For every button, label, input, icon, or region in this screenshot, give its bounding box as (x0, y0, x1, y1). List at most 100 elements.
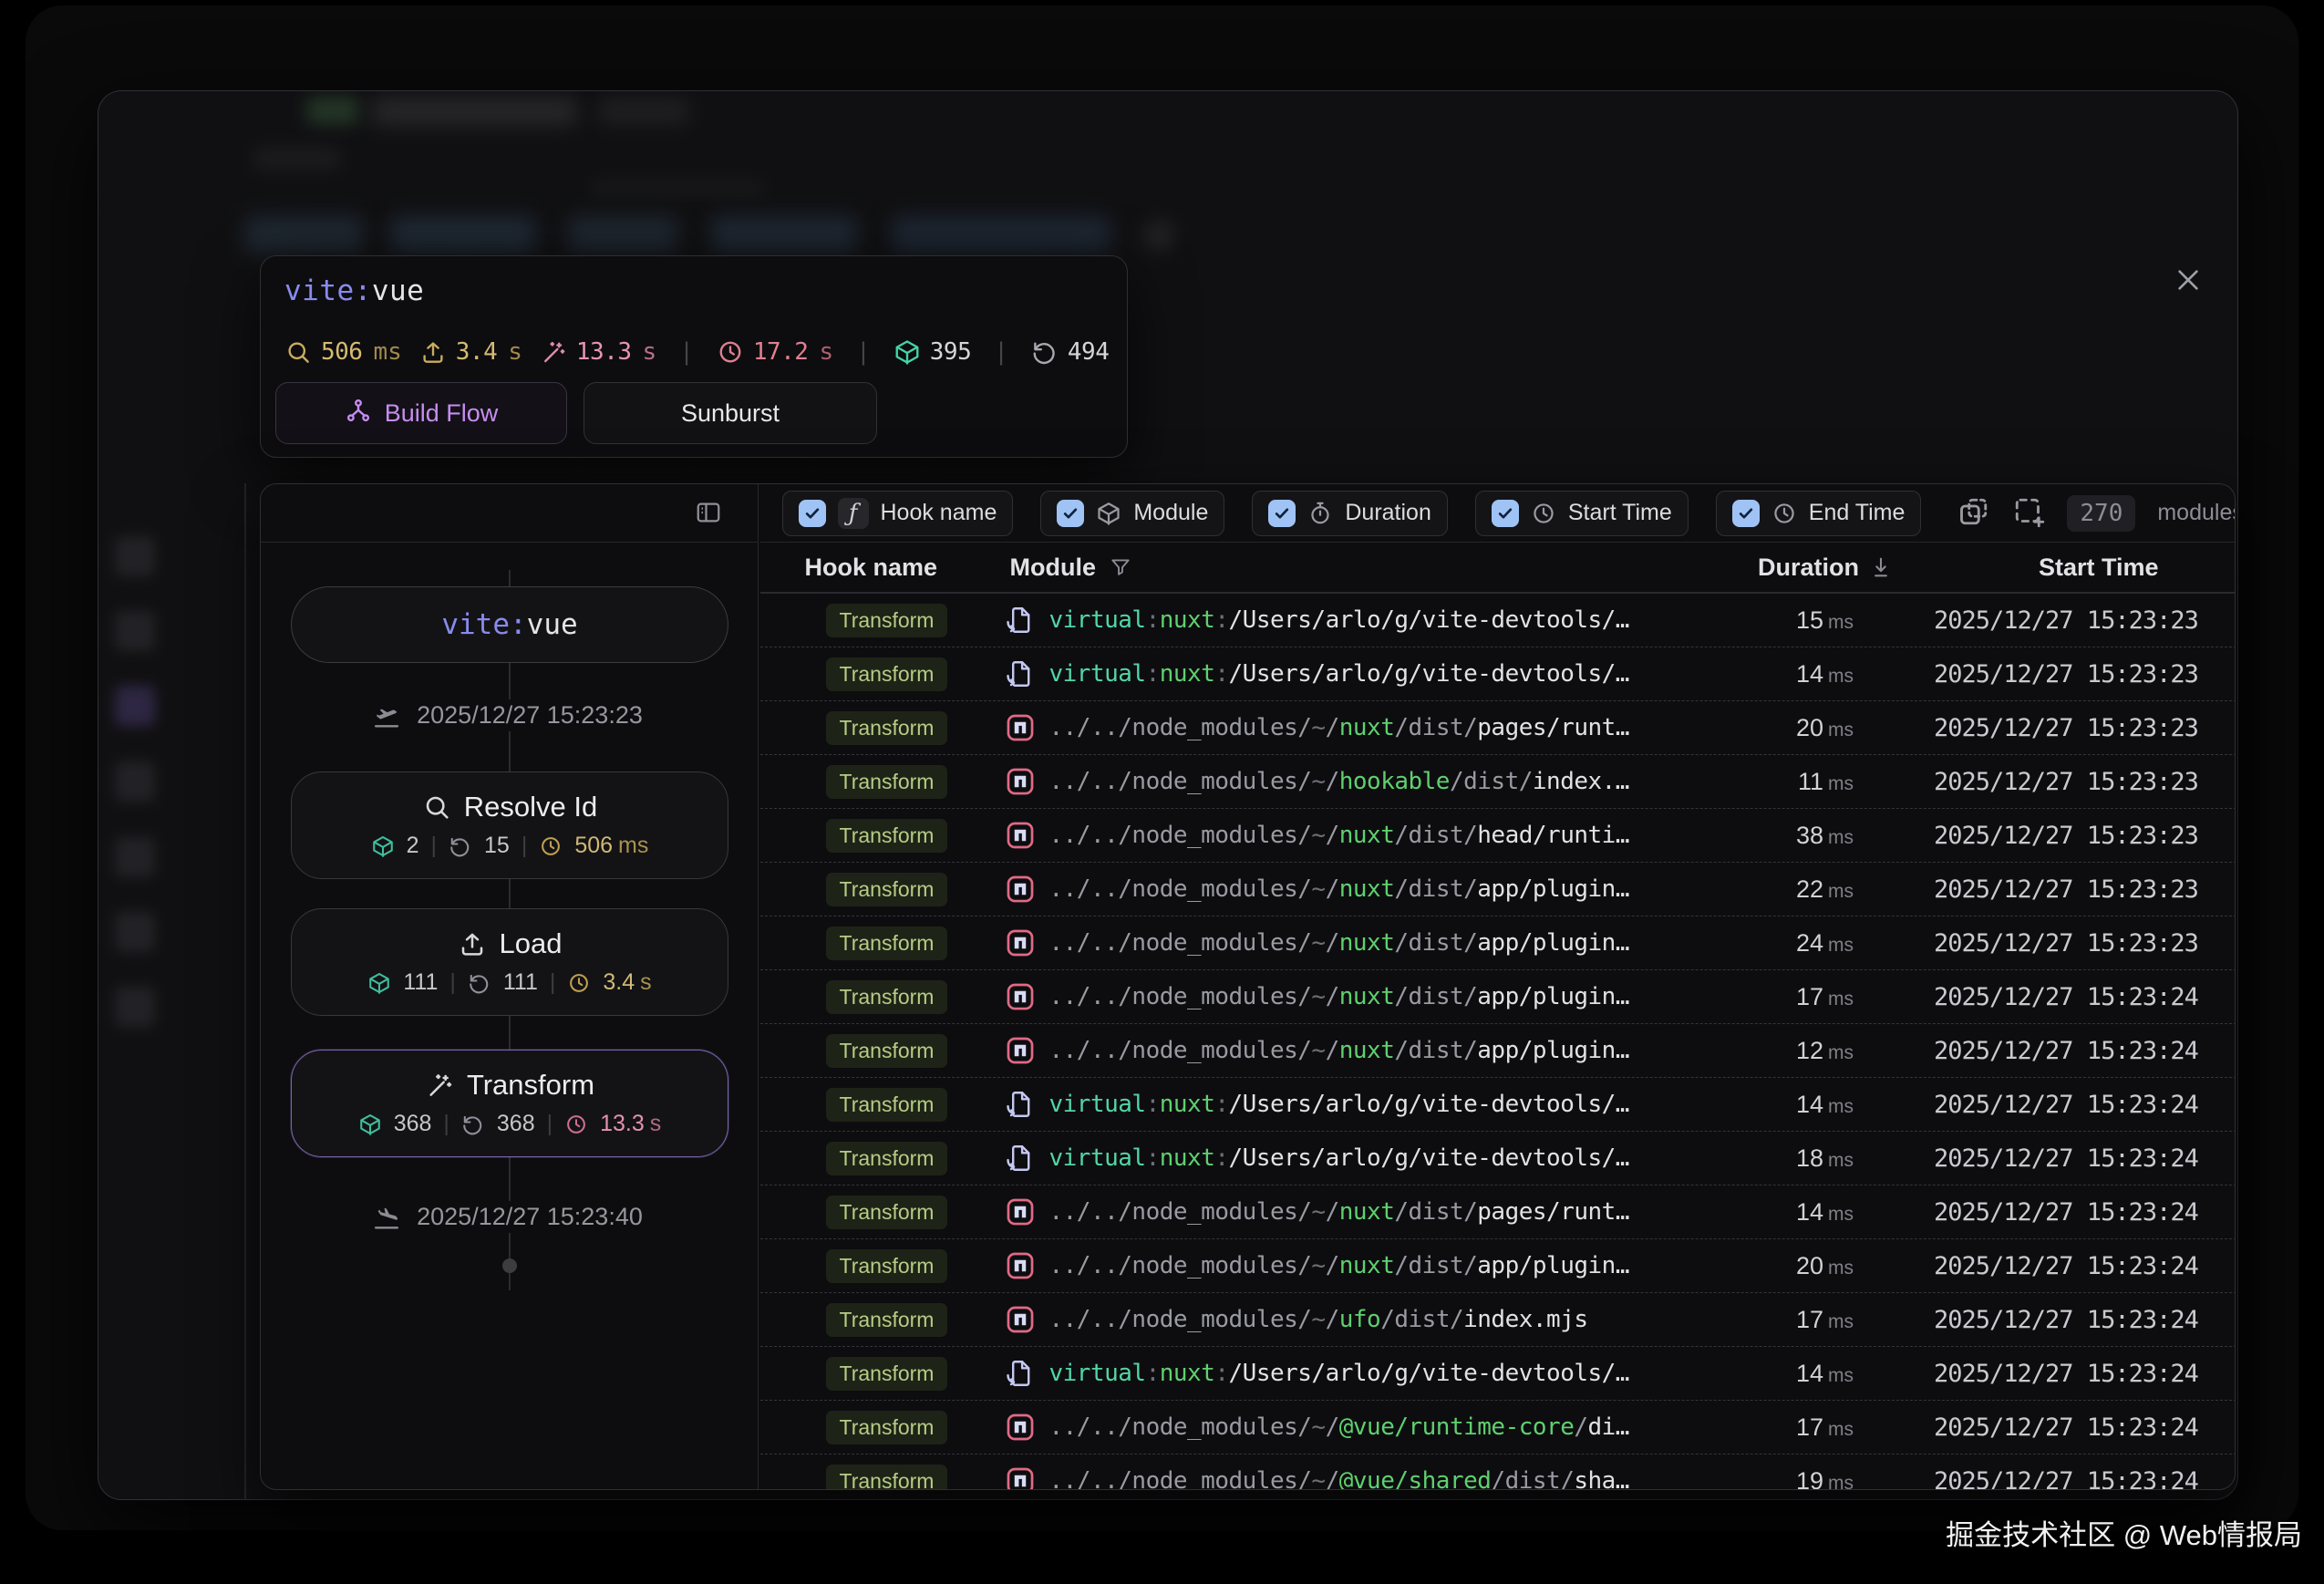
npm-package-icon (1005, 981, 1036, 1012)
module-path: ../../node_modules/~/hookable/dist/index… (1049, 768, 1629, 795)
checkbox-checked[interactable] (799, 500, 826, 527)
duration-cell: 12ms (1761, 1037, 1906, 1065)
panel-toggle-button[interactable] (692, 499, 725, 528)
clock-icon (717, 338, 744, 366)
flip-view-button[interactable] (1957, 495, 1990, 531)
module-path: ../../node_modules/~/ufo/dist/index.mjs (1049, 1306, 1588, 1333)
call-count: 368 (497, 1111, 535, 1137)
sunburst-label: Sunburst (681, 399, 780, 428)
table-row[interactable]: Transform../../node_modules/~/nuxt/dist/… (760, 809, 2236, 863)
table-row[interactable]: Transform ../../node_modules/~/nuxt/dist/… (760, 1239, 2236, 1293)
table-toolbar: ƒHook name Module Duration Start Time End Ti… (760, 484, 2236, 543)
module-path: ../../node_modules/~/@vue/runtime-core/d… (1049, 1413, 1629, 1441)
module-count: 2 (407, 833, 419, 859)
table-row[interactable]: Transformvirtual:nuxt:/Users/arlo/g/vite… (760, 1132, 2236, 1185)
table-row[interactable]: Transformvirtual:nuxt:/Users/arlo/g/vite… (760, 594, 2236, 647)
column-header-hook-name[interactable]: Hook name (782, 554, 992, 582)
build-flow-label: Build Flow (385, 399, 499, 428)
wand-icon (425, 1071, 454, 1100)
duration-cell: 15ms (1761, 606, 1906, 635)
plugin-name: vite:vue (284, 274, 424, 307)
separator (431, 833, 438, 859)
flow-node-transform[interactable]: Transform 368 368 13.3s (291, 1050, 728, 1157)
table-row[interactable]: Transform ../../node_modules/~/hookable/d… (760, 755, 2236, 809)
flow-node-root[interactable]: vite:vue (291, 586, 728, 663)
search-icon (284, 338, 312, 366)
filter-label: Duration (1345, 500, 1431, 526)
checkbox-checked[interactable] (1268, 500, 1296, 527)
table-row[interactable]: Transform ../../node_modules/~/nuxt/dist/… (760, 701, 2236, 755)
checkbox-checked[interactable] (1057, 500, 1084, 527)
stat-separator: | (674, 338, 699, 366)
module-path: ../../node_modules/~/nuxt/dist/app/plugi… (1049, 1252, 1629, 1279)
filter-toggle-module[interactable]: Module (1040, 491, 1224, 536)
table-row[interactable]: Transform../../node_modules/~/@vue/runti… (760, 1401, 2236, 1455)
table-row[interactable]: Transformvirtual:nuxt:/Users/arlo/g/vite… (760, 647, 2236, 701)
hook-badge: Transform (826, 980, 948, 1014)
plugin-details-panel: vite:vue 2025/12/27 15:23:23 Resolve Id … (260, 483, 2236, 1490)
checkbox-checked[interactable] (1732, 500, 1760, 527)
view-buttons: Build Flow Sunburst (275, 382, 877, 444)
table-row[interactable]: Transform../../node_modules/~/nuxt/dist/… (760, 1185, 2236, 1239)
module-path: ../../node_modules/~/nuxt/dist/pages/run… (1049, 714, 1629, 741)
module-path: virtual:nuxt:/Users/arlo/g/vite-devtools… (1049, 1144, 1629, 1172)
hook-badge: Transform (826, 1249, 948, 1283)
start-time-cell: 2025/12/27 15:23:23 (1906, 929, 2236, 958)
module-path: ../../node_modules/~/nuxt/dist/app/plugi… (1049, 929, 1629, 957)
table-row[interactable]: Transformvirtual:nuxt:/Users/arlo/g/vite… (760, 1078, 2236, 1132)
checkbox-checked[interactable] (1492, 500, 1519, 527)
start-time-cell: 2025/12/27 15:23:24 (1906, 1360, 2236, 1388)
flow-end-time-value: 2025/12/27 15:23:40 (413, 1201, 646, 1233)
duration-cell: 14ms (1761, 1198, 1906, 1227)
duration-cell: 19ms (1761, 1467, 1906, 1491)
npm-package-icon (1005, 766, 1036, 797)
filter-funnel-icon[interactable] (1109, 555, 1132, 579)
flow-graph-icon (345, 397, 372, 430)
flow-end-time: 2025/12/27 15:23:40 (261, 1201, 759, 1233)
module-path: ../../node_modules/~/@vue/shared/dist/sh… (1049, 1467, 1629, 1490)
filter-toggle-end-time[interactable]: End Time (1716, 491, 1922, 536)
filter-toggle-duration[interactable]: Duration (1252, 491, 1448, 536)
table-body: Transform virtual:nuxt:/Users/arlo/g/vite… (760, 594, 2236, 1490)
start-time-cell: 2025/12/27 15:23:23 (1906, 768, 2236, 796)
npm-package-icon (1005, 927, 1036, 958)
filter-label: End Time (1809, 500, 1906, 526)
function-icon: ƒ (838, 498, 869, 529)
start-time-cell: 2025/12/27 15:23:24 (1906, 1252, 2236, 1280)
build-flow-button[interactable]: Build Flow (275, 382, 567, 444)
npm-package-icon (1005, 1250, 1036, 1281)
start-time-cell: 2025/12/27 15:23:24 (1906, 1091, 2236, 1119)
cube-icon (1096, 501, 1121, 526)
sidebar-header (261, 484, 758, 543)
select-modules-button[interactable] (2012, 495, 2045, 531)
column-header-duration[interactable]: Duration (1761, 554, 1906, 582)
table-row[interactable]: Transform ../../node_modules/~/nuxt/dist/… (760, 916, 2236, 970)
close-icon (2174, 265, 2203, 297)
close-button[interactable] (2166, 259, 2210, 303)
table-row[interactable]: Transform../../node_modules/~/nuxt/dist/… (760, 863, 2236, 916)
hook-badge: Transform (826, 927, 948, 960)
table-row[interactable]: Transform ../../node_modules/~/@vue/share… (760, 1455, 2236, 1490)
table-row[interactable]: Transform../../node_modules/~/ufo/dist/i… (760, 1293, 2236, 1347)
table-row[interactable]: Transform ../../node_modules/~/nuxt/dist/… (760, 970, 2236, 1024)
module-path: virtual:nuxt:/Users/arlo/g/vite-devtools… (1049, 1091, 1629, 1118)
hook-badge: Transform (826, 765, 948, 799)
search-icon (422, 792, 451, 822)
flow-root-prefix: vite: (441, 608, 526, 641)
rail-divider (244, 483, 246, 1500)
filter-toggle-hook-name[interactable]: ƒHook name (782, 491, 1014, 536)
hook-badge: Transform (826, 711, 948, 745)
flow-node-resolve-id[interactable]: Resolve Id 2 15 506ms (291, 771, 728, 879)
column-header-start-time[interactable]: Start Time (1906, 554, 2236, 582)
table-row[interactable]: Transformvirtual:nuxt:/Users/arlo/g/vite… (760, 1347, 2236, 1401)
module-path: ../../node_modules/~/nuxt/dist/app/plugi… (1049, 983, 1629, 1010)
filter-toggle-start-time[interactable]: Start Time (1475, 491, 1689, 536)
start-time-cell: 2025/12/27 15:23:23 (1906, 660, 2236, 688)
hook-badge: Transform (826, 1465, 948, 1491)
column-header-module[interactable]: Module (992, 554, 1761, 582)
sunburst-button[interactable]: Sunburst (584, 382, 877, 444)
flow-node-load[interactable]: Load 111 111 3.4s (291, 908, 728, 1016)
upload-icon (458, 929, 487, 958)
wand-icon (540, 338, 567, 366)
table-row[interactable]: Transform../../node_modules/~/nuxt/dist/… (760, 1024, 2236, 1078)
